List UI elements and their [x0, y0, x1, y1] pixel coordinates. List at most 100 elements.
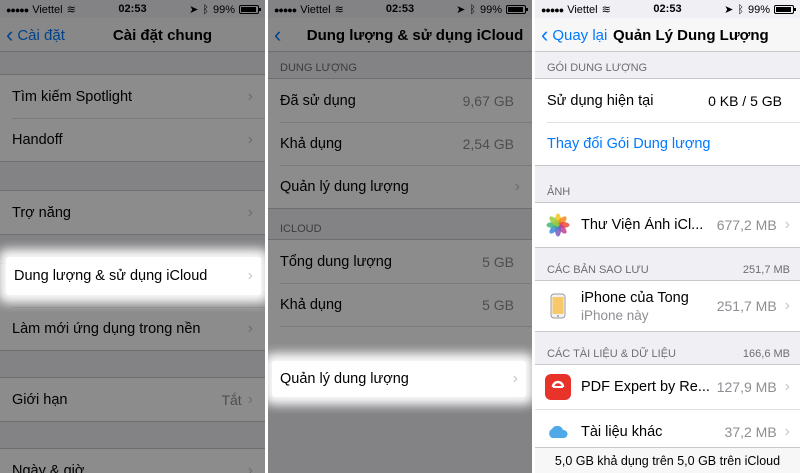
- change-plan-link[interactable]: Thay đổi Gói Dung lượng: [547, 122, 800, 165]
- chevron-right-icon: ›: [247, 461, 253, 473]
- status-bar: ●●●●● Viettel ≋ 02:53 ➤ ᛒ 99%: [268, 0, 532, 18]
- backup-subtitle: iPhone này: [581, 307, 649, 323]
- battery-icon: [239, 5, 261, 14]
- nav-bar: ‹ Dung lượng & sử dụng iCloud: [268, 18, 532, 52]
- section-header-icloud: ICLOUD: [280, 223, 322, 235]
- location-icon: ➤: [724, 4, 734, 16]
- photos-group: Thư Viện Ảnh iCl... 677,2 MB ›: [535, 202, 800, 248]
- bluetooth-icon: ᛒ: [737, 3, 744, 16]
- row-label: Tìm kiếm Spotlight: [12, 88, 133, 105]
- manage-storage-screen: ●●●●● Viettel ≋ 02:53 ➤ ᛒ 99% ‹ Quay lại Quản…: [535, 0, 800, 473]
- row-label: Tổng dung lượng: [280, 253, 392, 270]
- row-label: Handoff: [12, 132, 63, 148]
- chevron-right-icon: ›: [784, 422, 790, 440]
- chevron-left-icon: ‹: [541, 22, 549, 47]
- row-used: Đã sử dụng 9,67 GB: [268, 79, 532, 122]
- row-label: PDF Expert by Re...: [581, 379, 710, 395]
- row-photo-library[interactable]: Thư Viện Ảnh iCl... 677,2 MB ›: [535, 203, 800, 247]
- section-header-photos: ẢNH: [547, 186, 571, 198]
- docs-total: 166,6 MB: [742, 348, 790, 360]
- row-total-storage: Tổng dung lượng 5 GB: [268, 240, 532, 283]
- chevron-right-icon: ›: [247, 87, 253, 105]
- row-accessibility[interactable]: Trợ năng ›: [0, 191, 265, 234]
- highlight-label: Dung lượng & sử dụng iCloud: [14, 268, 208, 284]
- backups-total: 251,7 MB: [742, 264, 790, 276]
- section-header-docs: CÁC TÀI LIỆU & DỮ LIỆU 166,6 MB: [547, 348, 790, 360]
- row-handoff[interactable]: Handoff ›: [12, 118, 265, 161]
- row-pdf-expert[interactable]: PDF Expert by Re... 127,9 MB ›: [535, 365, 800, 409]
- battery-percent: 99%: [212, 3, 235, 16]
- chevron-right-icon: ›: [247, 203, 253, 221]
- location-icon: ➤: [456, 4, 466, 16]
- row-manage-storage[interactable]: Quản lý dung lượng ›: [280, 165, 532, 208]
- row-value: 2,54 GB: [462, 136, 514, 152]
- general-settings-screen: ●●●●● Viettel ≋ 02:53 ➤ ᛒ 99% ‹ Cài đặt Cài đ…: [0, 0, 265, 473]
- chevron-right-icon: ›: [784, 216, 790, 233]
- nav-bar: ‹ Quay lại Quản Lý Dung Lượng: [535, 18, 800, 52]
- docs-group: PDF Expert by Re... 127,9 MB › Tài liệu …: [535, 364, 800, 454]
- row-label: Ngày & giờ: [12, 462, 85, 473]
- row-label: Làm mới ứng dụng trong nền: [12, 321, 201, 337]
- chevron-right-icon: ›: [247, 267, 253, 284]
- row-label: Tài liệu khác: [581, 423, 663, 440]
- row-spotlight[interactable]: Tìm kiếm Spotlight ›: [0, 75, 265, 118]
- icloud-group: Tổng dung lượng 5 GB Khả dụng 5 GB: [268, 239, 532, 370]
- highlighted-icloud-row[interactable]: Dung lượng & sử dụng iCloud ›: [6, 257, 261, 295]
- settings-group-5: Ngày & giờ ›: [0, 448, 265, 473]
- back-button[interactable]: ‹ Quay lại: [541, 22, 608, 47]
- chevron-right-icon: ›: [247, 390, 253, 408]
- chevron-right-icon: ›: [514, 178, 520, 195]
- row-label: Sử dụng hiện tại: [547, 92, 654, 109]
- storage-footer: 5,0 GB khả dụng trên 5,0 GB trên iCloud: [535, 447, 800, 473]
- plan-group: Sử dụng hiện tại 0 KB / 5 GB Thay đổi Gói…: [535, 78, 800, 166]
- row-available: Khả dụng 2,54 GB: [280, 122, 532, 165]
- back-button[interactable]: ‹ Cài đặt: [6, 22, 65, 47]
- nav-bar: ‹ Cài đặt Cài đặt chung: [0, 18, 265, 52]
- highlight-label: Quản lý dung lượng: [280, 371, 409, 387]
- row-iphone-backup[interactable]: iPhone của Tong iPhone này 251,7 MB ›: [535, 281, 800, 331]
- row-label: Khả dụng: [280, 297, 343, 313]
- row-date-time[interactable]: Ngày & giờ ›: [0, 449, 265, 473]
- iphone-icon: [545, 293, 571, 319]
- row-label: Thư Viện Ảnh iCl...: [581, 217, 704, 233]
- back-label: Quay lại: [552, 26, 608, 44]
- location-icon: ➤: [189, 4, 199, 16]
- page-title: Dung lượng & sử dụng iCloud: [306, 27, 524, 44]
- row-restrictions[interactable]: Giới hạn Tắt ›: [0, 378, 265, 421]
- row-label: Quản lý dung lượng: [280, 179, 409, 195]
- chevron-right-icon: ›: [512, 370, 518, 387]
- row-background-refresh[interactable]: Làm mới ứng dụng trong nền ›: [12, 307, 265, 350]
- photos-icon: [545, 212, 571, 238]
- status-bar: ●●●●● Viettel ≋ 02:53 ➤ ᛒ 99%: [0, 0, 265, 18]
- row-value: 677,2 MB: [716, 217, 777, 233]
- bluetooth-icon: ᛒ: [469, 3, 476, 16]
- highlighted-manage-storage-row[interactable]: Quản lý dung lượng ›: [272, 361, 526, 397]
- back-label: Cài đặt: [17, 26, 65, 44]
- section-header-plan: GÓI DUNG LƯỢNG: [547, 62, 648, 74]
- chevron-left-icon: ‹: [274, 22, 282, 47]
- battery-percent: 99%: [479, 3, 502, 16]
- row-value: 251,7 MB: [716, 298, 777, 314]
- row-icloud-available: Khả dụng 5 GB: [280, 283, 532, 326]
- settings-group-2: Trợ năng ›: [0, 190, 265, 235]
- row-value: 37,2 MB: [724, 423, 777, 440]
- back-button[interactable]: ‹: [274, 22, 285, 47]
- row-value: 9,67 GB: [462, 92, 514, 109]
- settings-group-4: Giới hạn Tắt ›: [0, 377, 265, 422]
- row-value: 127,9 MB: [716, 379, 777, 395]
- row-label: Đã sử dụng: [280, 92, 356, 109]
- page-title: Quản Lý Dung Lượng: [613, 27, 769, 44]
- chevron-left-icon: ‹: [6, 22, 14, 47]
- battery-percent: 99%: [747, 3, 770, 16]
- row-value: 5 GB: [482, 297, 514, 313]
- battery-icon: [774, 5, 796, 14]
- storage-group: Đã sử dụng 9,67 GB Khả dụng 2,54 GB Quản l…: [268, 78, 532, 209]
- row-label: Thay đổi Gói Dung lượng: [547, 136, 711, 152]
- icloud-usage-screen: ●●●●● Viettel ≋ 02:53 ➤ ᛒ 99% ‹ Dung lượng &…: [268, 0, 532, 473]
- row-value: 0 KB / 5 GB: [708, 92, 782, 109]
- row-current-usage: Sử dụng hiện tại 0 KB / 5 GB: [535, 79, 800, 122]
- settings-group-1: Tìm kiếm Spotlight › Handoff ›: [0, 74, 265, 162]
- backups-group: iPhone của Tong iPhone này 251,7 MB ›: [535, 280, 800, 332]
- page-title: Cài đặt chung: [112, 27, 213, 44]
- row-value: Tắt: [221, 391, 242, 408]
